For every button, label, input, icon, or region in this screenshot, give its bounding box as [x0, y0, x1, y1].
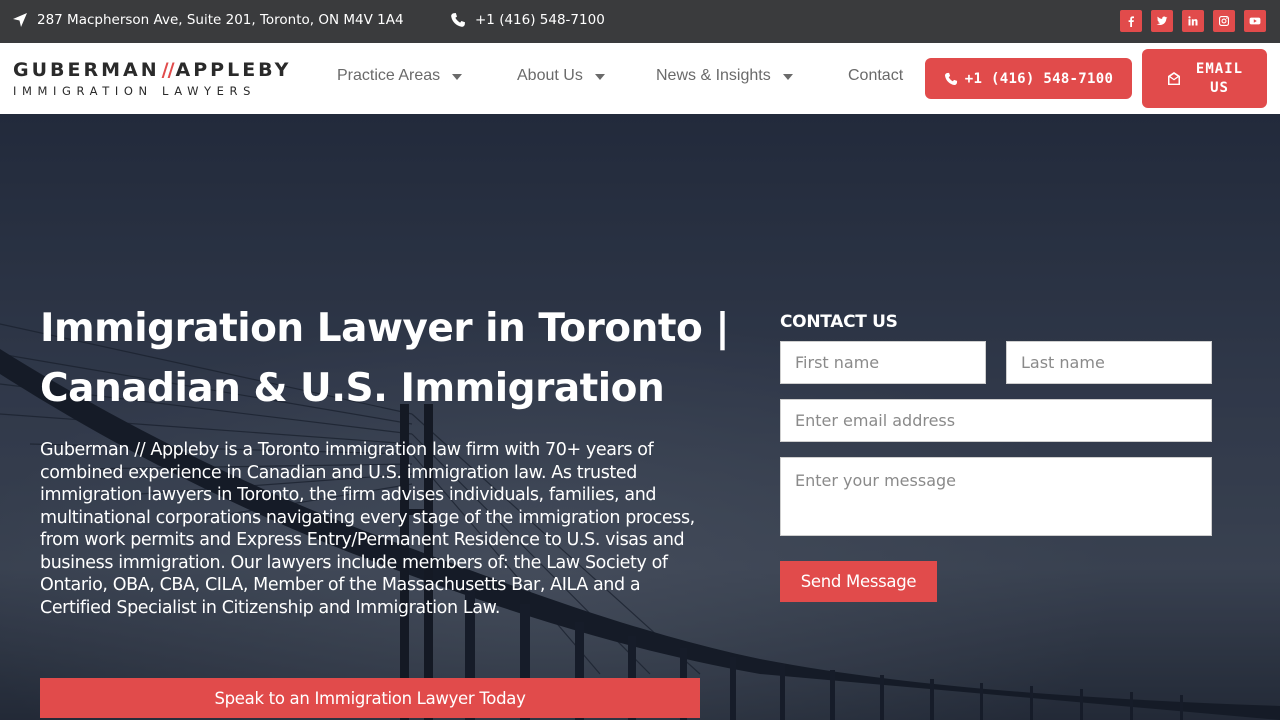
top-bar: 287 Macpherson Ave, Suite 201, Toronto, … — [0, 0, 1280, 43]
page-title: Immigration Lawyer in Toronto | Canadian… — [40, 306, 730, 411]
location-arrow-icon — [13, 13, 27, 27]
linkedin-icon[interactable] — [1182, 10, 1204, 32]
first-name-field[interactable] — [780, 341, 986, 384]
logo-wordmark: GUBERMAN//APPLEBY — [13, 59, 292, 81]
nav-contact[interactable]: Contact — [848, 67, 903, 85]
logo-tagline: IMMIGRATION LAWYERS — [13, 84, 257, 98]
email-us-label: EMAIL US — [1195, 60, 1244, 96]
address-text: 287 Macpherson Ave, Suite 201, Toronto, … — [37, 12, 404, 28]
nav-practice-areas[interactable]: Practice Areas — [337, 67, 463, 85]
logo[interactable]: GUBERMAN//APPLEBY IMMIGRATION LAWYERS — [13, 59, 293, 98]
chevron-down-icon — [782, 74, 793, 80]
phone-icon — [944, 72, 957, 85]
facebook-icon[interactable] — [1120, 10, 1142, 32]
chevron-down-icon — [452, 74, 463, 80]
email-us-button[interactable]: EMAIL US — [1142, 49, 1267, 108]
email-field[interactable] — [780, 399, 1212, 442]
call-button[interactable]: +1 (416) 548-7100 — [925, 58, 1132, 99]
hero-section: Immigration Lawyer in Toronto | Canadian… — [0, 114, 1280, 720]
nav-about-us[interactable]: About Us — [517, 67, 605, 85]
nav-news-insights[interactable]: News & Insights — [656, 67, 793, 85]
address[interactable]: 287 Macpherson Ave, Suite 201, Toronto, … — [12, 12, 404, 28]
twitter-icon[interactable] — [1151, 10, 1173, 32]
envelope-icon — [1167, 71, 1180, 85]
phone-icon — [451, 13, 465, 27]
message-field[interactable] — [780, 457, 1212, 536]
speak-to-lawyer-button[interactable]: Speak to an Immigration Lawyer Today — [40, 678, 700, 718]
topbar-phone-text: +1 (416) 548-7100 — [475, 12, 605, 28]
site-header: GUBERMAN//APPLEBY IMMIGRATION LAWYERS Pr… — [0, 43, 1280, 114]
social-links — [1120, 10, 1266, 32]
chevron-down-icon — [594, 74, 605, 80]
hero-description: Guberman // Appleby is a Toronto immigra… — [40, 440, 695, 618]
call-button-label: +1 (416) 548-7100 — [964, 70, 1114, 87]
instagram-icon[interactable] — [1213, 10, 1235, 32]
contact-form-title: CONTACT US — [780, 312, 898, 332]
last-name-field[interactable] — [1006, 341, 1212, 384]
youtube-icon[interactable] — [1244, 10, 1266, 32]
send-message-button[interactable]: Send Message — [780, 561, 937, 602]
topbar-phone[interactable]: +1 (416) 548-7100 — [450, 12, 605, 28]
